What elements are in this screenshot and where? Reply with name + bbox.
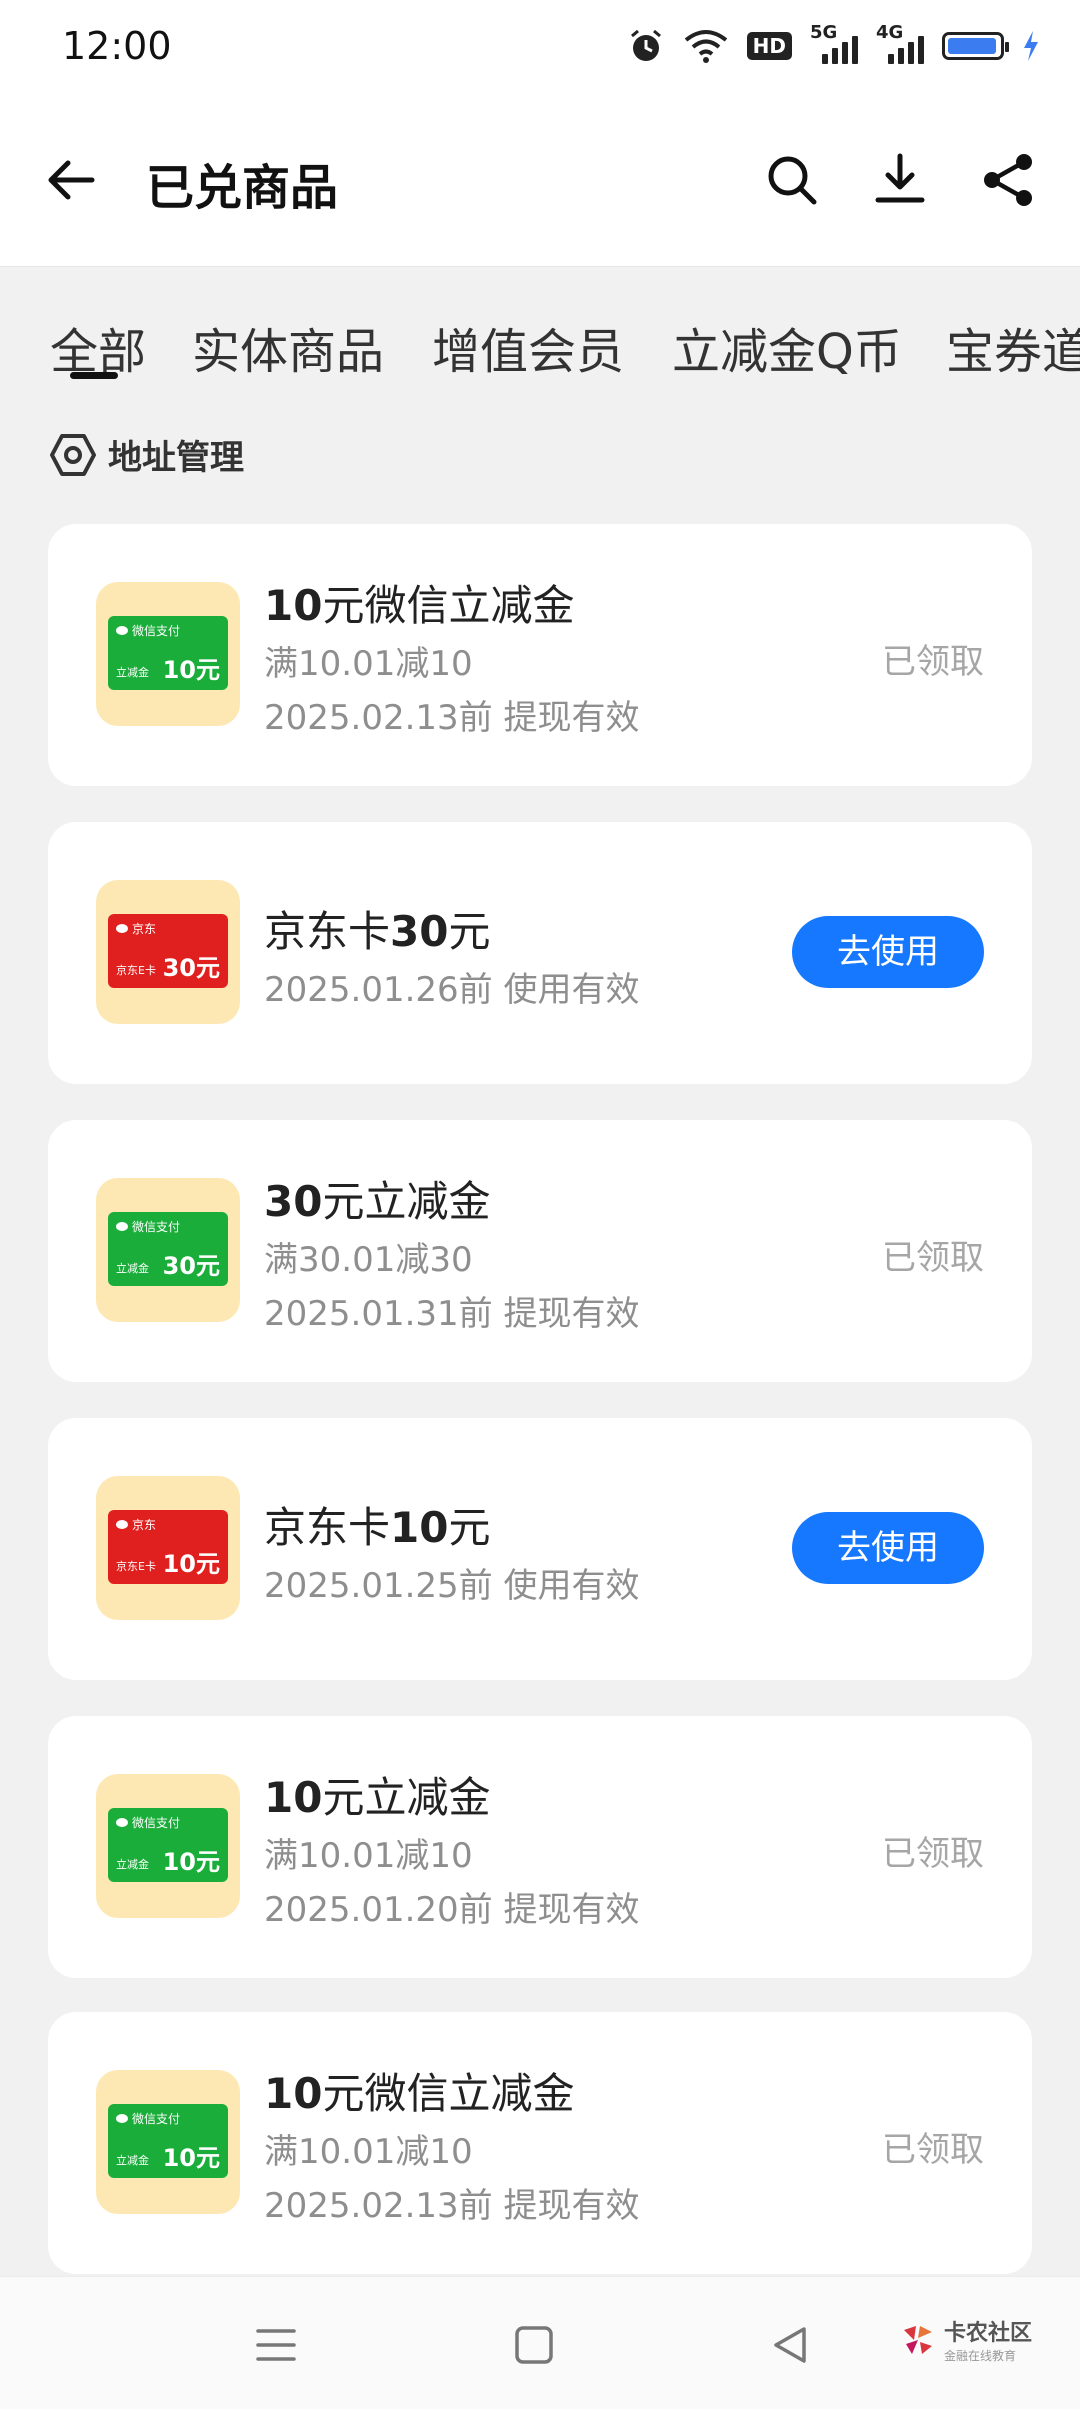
item-condition: 满10.01减10 (264, 644, 473, 684)
signal-4g-icon: 4G (876, 22, 924, 66)
watermark-name: 卡农社区 (944, 2321, 1033, 2346)
charging-icon (1024, 31, 1038, 61)
status-time: 12:00 (62, 24, 172, 68)
item-expiry: 2025.01.25前 使用有效 (264, 1566, 640, 1606)
app-bar: 已兑商品 (0, 96, 1080, 267)
download-icon[interactable] (868, 148, 932, 212)
item-expiry: 2025.01.26前 使用有效 (264, 970, 640, 1010)
search-icon[interactable] (760, 148, 824, 212)
jd-card-image: 京东 京东E卡 10元 (108, 1510, 228, 1584)
list-item[interactable]: 京东 京东E卡 10元 京东卡10元 2025.01.25前 使用有效 去使用 (48, 1418, 1032, 1680)
back-arrow-icon[interactable] (40, 148, 104, 212)
page-title: 已兑商品 (146, 160, 339, 216)
list-item[interactable]: 微信支付 立减金 30元 30元立减金 满30.01减30 2025.01.31… (48, 1120, 1032, 1382)
share-icon[interactable] (976, 148, 1040, 212)
claimed-status: 已领取 (882, 1834, 984, 1874)
item-title: 京东卡10元 (264, 1503, 491, 1552)
item-title: 10元微信立减金 (264, 581, 575, 630)
wechat-coupon-image: 微信支付 立减金 30元 (108, 1212, 228, 1286)
coupon-thumbnail: 京东 京东E卡 30元 (96, 880, 240, 1024)
list-item[interactable]: 微信支付 立减金 10元 10元微信立减金 满10.01减10 2025.02.… (48, 524, 1032, 786)
tab-indicator (70, 372, 118, 379)
wifi-icon (684, 30, 727, 63)
item-condition: 满30.01减30 (264, 1240, 473, 1280)
item-condition: 满10.01减10 (264, 1836, 473, 1876)
status-icons: HD 5G 4G (627, 22, 1040, 66)
claimed-status: 已领取 (882, 642, 984, 682)
item-title: 10元立减金 (264, 1773, 491, 1822)
wechat-coupon-image: 微信支付 立减金 10元 (108, 2104, 228, 2178)
address-label: 地址管理 (108, 438, 244, 478)
watermark: 卡农社区 金融在线教育 (900, 2315, 1032, 2364)
menu-icon[interactable] (252, 2321, 300, 2369)
tab-treasure-items[interactable]: 宝券道 (946, 312, 1080, 382)
item-title: 30元立减金 (264, 1177, 491, 1226)
claimed-status: 已领取 (882, 1238, 984, 1278)
claimed-status: 已领取 (882, 2130, 984, 2170)
use-button[interactable]: 去使用 (792, 916, 984, 988)
hexagon-settings-icon (50, 433, 96, 476)
item-title: 京东卡30元 (264, 907, 491, 956)
coupon-thumbnail: 微信支付 立减金 10元 (96, 1774, 240, 1918)
battery-icon (942, 32, 1009, 60)
list-item[interactable]: 微信支付 立减金 10元 10元微信立减金 满10.01减10 2025.02.… (48, 2012, 1032, 2274)
use-button[interactable]: 去使用 (792, 1512, 984, 1584)
home-icon[interactable] (510, 2321, 558, 2369)
status-bar: 12:00 HD 5G 4G (0, 0, 1080, 96)
signal-5g-icon: 5G (810, 22, 858, 66)
jd-card-image: 京东 京东E卡 30元 (108, 914, 228, 988)
item-expiry: 2025.02.13前 提现有效 (264, 698, 640, 738)
tab-vip-membership[interactable]: 增值会员 (432, 312, 624, 382)
address-management[interactable]: 地址管理 (50, 430, 244, 479)
watermark-sub: 金融在线教育 (944, 2349, 1017, 2363)
item-expiry: 2025.02.13前 提现有效 (264, 2186, 640, 2226)
list-item[interactable]: 京东 京东E卡 30元 京东卡30元 2025.01.26前 使用有效 去使用 (48, 822, 1032, 1084)
coupon-thumbnail: 微信支付 立减金 10元 (96, 582, 240, 726)
tab-physical-goods[interactable]: 实体商品 (192, 312, 384, 382)
wechat-coupon-image: 微信支付 立减金 10元 (108, 1808, 228, 1882)
hd-badge: HD (746, 32, 792, 60)
item-condition: 满10.01减10 (264, 2132, 473, 2172)
item-expiry: 2025.01.20前 提现有效 (264, 1890, 640, 1930)
coupon-thumbnail: 微信支付 立减金 10元 (96, 2070, 240, 2214)
coupon-thumbnail: 微信支付 立减金 30元 (96, 1178, 240, 1322)
category-tabs: 全部 实体商品 增值会员 立减金Q币 宝券道 (0, 296, 1080, 396)
system-nav-bar: 卡农社区 金融在线教育 (0, 2276, 1080, 2409)
tab-cash-coupon-qcoin[interactable]: 立减金Q币 (672, 312, 902, 382)
coupon-thumbnail: 京东 京东E卡 10元 (96, 1476, 240, 1620)
item-title: 10元微信立减金 (264, 2069, 575, 2118)
back-triangle-icon[interactable] (766, 2321, 814, 2369)
list-item[interactable]: 微信支付 立减金 10元 10元立减金 满10.01减10 2025.01.20… (48, 1716, 1032, 1978)
wechat-coupon-image: 微信支付 立减金 10元 (108, 616, 228, 690)
item-expiry: 2025.01.31前 提现有效 (264, 1294, 640, 1334)
alarm-icon (630, 29, 661, 61)
kanong-logo-icon (904, 2325, 932, 2354)
